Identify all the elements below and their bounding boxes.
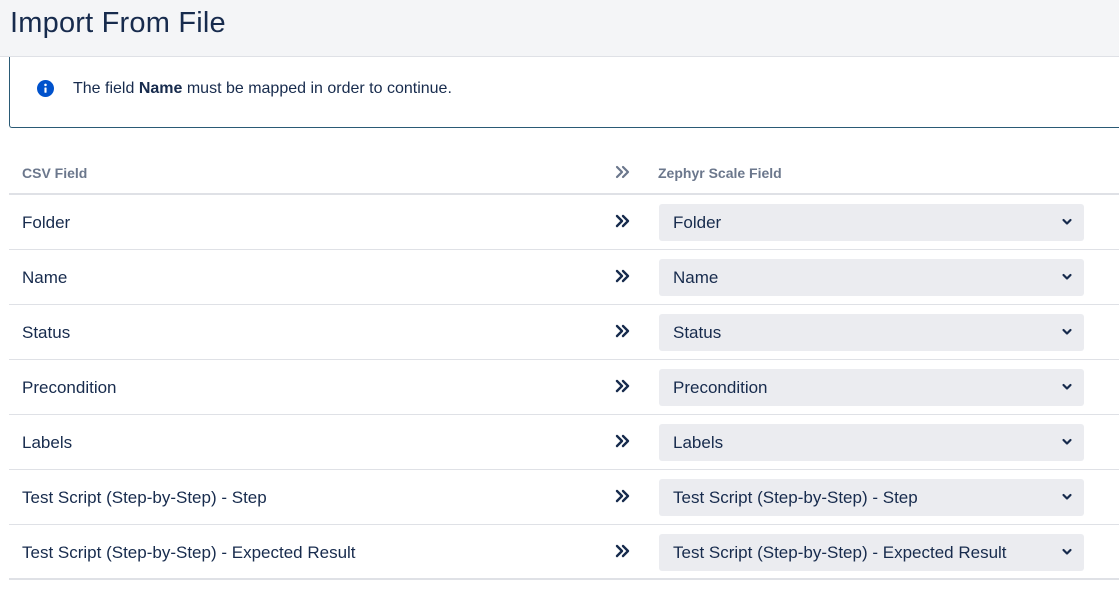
table-row: Test Script (Step-by-Step) - Step Test Sc… <box>9 470 1119 525</box>
double-chevron-right-icon <box>615 544 630 558</box>
double-chevron-right-icon <box>615 324 630 338</box>
csv-field-name: Test Script (Step-by-Step) - Expected Re… <box>22 543 356 562</box>
double-chevron-right-icon <box>615 434 630 448</box>
csv-field-name: Labels <box>22 433 73 452</box>
chevron-down-icon <box>1062 438 1072 445</box>
zephyr-field-select[interactable]: Folder <box>659 204 1084 241</box>
info-message-text: The field Name must be mapped in order t… <box>73 79 452 99</box>
chevron-down-icon <box>1062 493 1072 500</box>
field-mapping-table: CSV Field Zephyr Scale Field Folder Folde… <box>9 152 1119 580</box>
zephyr-field-select[interactable]: Labels <box>659 424 1084 461</box>
page-header: Import From File <box>0 0 1119 57</box>
csv-field-header: CSV Field <box>22 165 88 181</box>
select-value: Status <box>673 323 722 342</box>
csv-field-name: Status <box>22 323 71 342</box>
info-prefix: The field <box>73 80 139 97</box>
table-row: Test Script (Step-by-Step) - Expected Re… <box>9 525 1119 580</box>
info-field-name: Name <box>138 80 183 97</box>
select-value: Labels <box>673 433 724 452</box>
info-suffix: must be mapped in order to continue. <box>182 80 452 97</box>
double-chevron-right-icon <box>615 165 630 179</box>
table-row: Labels Labels <box>9 415 1119 470</box>
zephyr-field-select[interactable]: Name <box>659 259 1084 296</box>
csv-field-name: Precondition <box>22 378 117 397</box>
double-chevron-right-icon <box>615 379 630 393</box>
select-value: Folder <box>673 213 722 232</box>
select-value: Test Script (Step-by-Step) - Step <box>673 488 918 507</box>
info-icon <box>37 80 54 97</box>
info-message: The field Name must be mapped in order t… <box>9 57 1119 128</box>
table-row: Precondition Precondition <box>9 360 1119 415</box>
chevron-down-icon <box>1062 383 1072 390</box>
double-chevron-right-icon <box>615 214 630 228</box>
select-value: Precondition <box>673 378 768 397</box>
select-value: Test Script (Step-by-Step) - Expected Re… <box>673 543 1007 562</box>
select-value: Name <box>673 268 719 287</box>
csv-field-name: Name <box>22 268 68 287</box>
table-row: Name Name <box>9 250 1119 305</box>
zephyr-field-select[interactable]: Test Script (Step-by-Step) - Step <box>659 479 1084 516</box>
zephyr-field-header: Zephyr Scale Field <box>658 165 782 181</box>
zephyr-field-select[interactable]: Precondition <box>659 369 1084 406</box>
chevron-down-icon <box>1062 328 1072 335</box>
chevron-down-icon <box>1062 218 1072 225</box>
csv-field-name: Test Script (Step-by-Step) - Step <box>22 488 267 507</box>
page-title: Import From File <box>10 7 226 39</box>
table-row: Folder Folder <box>9 195 1119 250</box>
chevron-down-icon <box>1062 273 1072 280</box>
zephyr-field-select[interactable]: Test Script (Step-by-Step) - Expected Re… <box>659 534 1084 571</box>
table-body: Folder Folder Name Name Status Status Precondi… <box>9 195 1119 580</box>
double-chevron-right-icon <box>615 269 630 283</box>
double-chevron-right-icon <box>615 489 630 503</box>
table-header: CSV Field Zephyr Scale Field <box>9 152 1119 195</box>
csv-field-name: Folder <box>22 213 71 232</box>
table-row: Status Status <box>9 305 1119 360</box>
chevron-down-icon <box>1062 548 1072 555</box>
zephyr-field-select[interactable]: Status <box>659 314 1084 351</box>
